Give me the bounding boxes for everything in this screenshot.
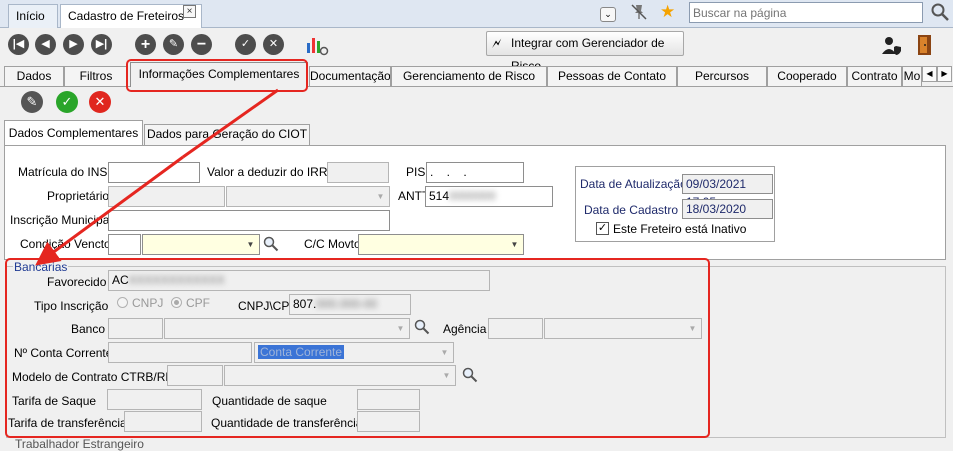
- tab-dados-label: Dados: [16, 69, 52, 83]
- tab-more[interactable]: Mo: [902, 66, 922, 86]
- integrar-gerenciador-risco-button[interactable]: 🗲 Integrar com Gerenciador de Risco: [486, 31, 684, 73]
- irrf-label: Valor a deduzir do IRRF: [207, 165, 335, 179]
- edit-pencil-icon[interactable]: ✎: [163, 34, 184, 55]
- tab-pessoas-label: Pessoas de Contato: [557, 69, 667, 83]
- plug-icon: 🗲: [492, 35, 502, 51]
- inativo-label: Este Freteiro está Inativo: [613, 222, 747, 236]
- cadastro-value: 18/03/2020: [686, 202, 747, 216]
- search-icon[interactable]: [930, 2, 950, 22]
- tabs-dropdown-icon[interactable]: ⌄: [600, 7, 616, 22]
- save-check-icon[interactable]: ✓: [56, 91, 78, 113]
- tab-gerenciamento-risco[interactable]: Gerenciamento de Risco: [391, 66, 547, 86]
- cancel-icon[interactable]: ✕: [263, 34, 284, 55]
- pis-value: . . .: [430, 165, 472, 179]
- inscricao-label: Inscrição Municipal: [10, 213, 113, 227]
- tab-cooperado[interactable]: Cooperado: [767, 66, 847, 86]
- tab-documentacao[interactable]: Documentação: [309, 66, 391, 86]
- ccmovto-select[interactable]: ▼: [358, 234, 524, 255]
- tab-more-label: Mo: [903, 69, 921, 83]
- exit-door-icon[interactable]: [916, 33, 934, 57]
- tab-inicio-label: Início: [16, 9, 45, 23]
- matricula-label: Matrícula do INSS: [18, 165, 116, 179]
- condicao-code-field[interactable]: [108, 234, 141, 255]
- proprietario-select[interactable]: ▼: [226, 186, 390, 207]
- tab-inicio[interactable]: Início: [8, 4, 58, 28]
- subtab-dados-complementares-label: Dados Complementares: [8, 126, 139, 140]
- chevron-down-icon: ▼: [376, 192, 385, 201]
- check-icon: ✓: [597, 222, 608, 234]
- user-shield-icon[interactable]: [881, 36, 903, 56]
- pis-field[interactable]: . . .: [426, 162, 524, 183]
- previous-record-icon[interactable]: ◀: [35, 34, 56, 55]
- search-icon[interactable]: [263, 236, 279, 252]
- favorite-star-icon[interactable]: ★: [660, 3, 678, 21]
- tab-percursos[interactable]: Percursos: [677, 66, 767, 86]
- antt-value: 514: [429, 189, 450, 203]
- antt-field[interactable]: 5140000000: [425, 186, 553, 207]
- tab-dados[interactable]: Dados: [4, 66, 64, 86]
- pis-label: PIS: [406, 165, 426, 179]
- pin-off-icon[interactable]: [630, 3, 648, 21]
- search-input[interactable]: [689, 2, 923, 23]
- condicao-select[interactable]: ▼: [142, 234, 260, 255]
- annotation-bancarias-highlight: [5, 258, 710, 438]
- tab-gerenciamento-label: Gerenciamento de Risco: [402, 69, 536, 83]
- trabalhador-estrangeiro-legend: Trabalhador Estrangeiro: [13, 437, 146, 451]
- inativo-checkbox[interactable]: ✓: [596, 222, 609, 235]
- close-tab-icon[interactable]: ×: [183, 5, 196, 18]
- cadastro-label: Data de Cadastro: [583, 203, 678, 217]
- tab-documentacao-label: Documentação: [310, 69, 391, 83]
- report-chart-icon[interactable]: [305, 33, 329, 57]
- tabs-scroll-right-icon[interactable]: ▶: [937, 66, 952, 82]
- tab-cooperado-label: Cooperado: [777, 69, 837, 83]
- last-record-icon[interactable]: ▶|: [91, 34, 112, 55]
- tab-filtros[interactable]: Filtros: [64, 66, 128, 86]
- irrf-field[interactable]: [327, 162, 389, 183]
- tab-percursos-label: Percursos: [694, 69, 750, 83]
- condicao-label: Condição Vencto: [20, 237, 111, 251]
- chevron-down-icon: ▼: [510, 240, 519, 249]
- tab-cadastro-freteiros[interactable]: Cadastro de Freteiros: [60, 4, 202, 28]
- subtab-dados-ciot-label: Dados para Geração do CIOT: [146, 127, 308, 141]
- tab-filtros-label: Filtros: [79, 69, 113, 83]
- confirm-icon[interactable]: ✓: [235, 34, 256, 55]
- cadastro-field: 18/03/2020: [682, 199, 773, 219]
- proprietario-label: Proprietário: [47, 189, 110, 203]
- tab-contrato[interactable]: Contrato: [847, 66, 902, 86]
- proprietario-code-field[interactable]: [108, 186, 225, 207]
- subtab-dados-complementares[interactable]: Dados Complementares: [4, 120, 143, 146]
- chevron-down-icon: ▼: [246, 240, 255, 249]
- remove-icon[interactable]: −: [191, 34, 212, 55]
- cancel-x-icon[interactable]: ✕: [89, 91, 111, 113]
- atualizacao-field: 09/03/2021 17:05: [682, 174, 773, 209]
- edit-pencil-icon[interactable]: ✎: [21, 91, 43, 113]
- subtab-dados-ciot[interactable]: Dados para Geração do CIOT: [144, 124, 310, 145]
- next-record-icon[interactable]: ▶: [63, 34, 84, 55]
- tab-cadastro-label: Cadastro de Freteiros: [68, 9, 185, 23]
- annotation-tab-highlight: [126, 59, 308, 92]
- first-record-icon[interactable]: |◀: [8, 34, 29, 55]
- matricula-field[interactable]: [108, 162, 200, 183]
- tab-pessoas-contato[interactable]: Pessoas de Contato: [547, 66, 677, 86]
- atualizacao-label: Data de Atualização: [580, 177, 687, 191]
- inscricao-field[interactable]: [108, 210, 390, 231]
- antt-redacted: 0000000: [449, 189, 496, 203]
- tab-contrato-label: Contrato: [851, 69, 898, 83]
- tabs-scroll-left-icon[interactable]: ◀: [922, 66, 937, 82]
- add-icon[interactable]: +: [135, 34, 156, 55]
- ccmovto-label: C/C Movto: [304, 237, 361, 251]
